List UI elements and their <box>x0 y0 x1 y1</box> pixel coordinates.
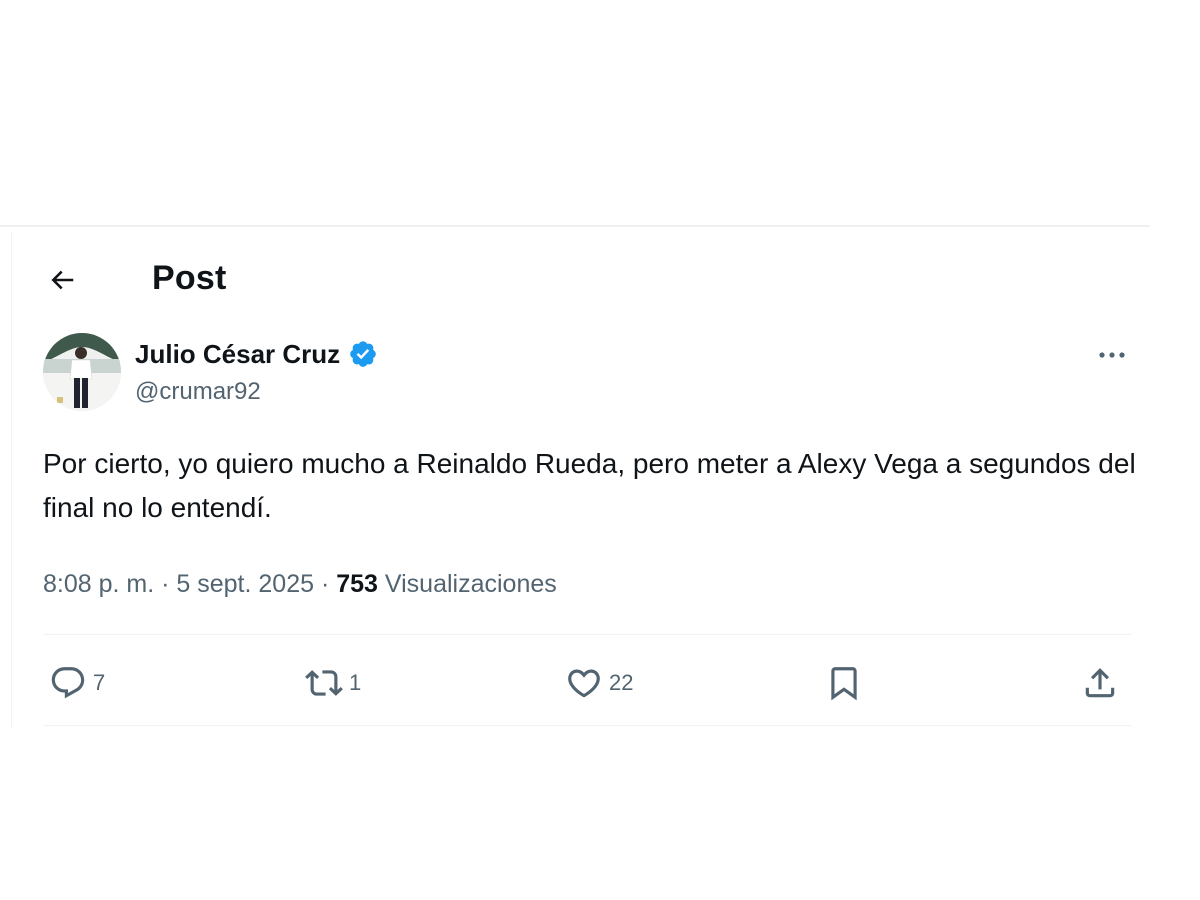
arrow-left-icon <box>51 270 74 290</box>
heart-icon <box>568 669 600 698</box>
meta-separator: · <box>314 570 337 598</box>
author-display-name[interactable]: Julio César Cruz <box>135 336 340 372</box>
reply-count: 7 <box>93 670 106 695</box>
views-label: Visualizaciones <box>384 570 557 598</box>
verified-badge-icon[interactable] <box>348 339 378 369</box>
more-options-button[interactable] <box>1090 338 1134 372</box>
post-header: Post <box>0 250 1150 306</box>
repost-button[interactable]: 1 <box>305 660 361 706</box>
bookmark-icon <box>831 667 857 701</box>
reply-button[interactable]: 7 <box>49 660 105 706</box>
post-time[interactable]: 8:08 p. m. <box>43 570 154 598</box>
views-count: 753 <box>336 570 378 598</box>
top-divider <box>0 225 1150 227</box>
left-border <box>11 232 12 728</box>
actions-divider <box>43 725 1131 726</box>
avatar-photo <box>43 333 121 411</box>
post-metadata: 8:08 p. m. · 5 sept. 2025 · 753 Visualiz… <box>43 565 557 603</box>
repost-count: 1 <box>349 670 362 695</box>
share-button[interactable] <box>1081 660 1119 706</box>
reply-bubble-icon <box>51 667 85 699</box>
author-handle[interactable]: @crumar92 <box>135 375 261 409</box>
page-title: Post <box>152 259 227 297</box>
meta-divider <box>43 634 1131 635</box>
share-upload-icon <box>1085 668 1115 698</box>
avatar[interactable] <box>43 333 121 411</box>
author-name-row: Julio César Cruz <box>135 336 378 372</box>
action-bar: 7 1 22 <box>43 660 1131 706</box>
repost-icon <box>305 670 343 696</box>
like-count: 22 <box>609 670 634 695</box>
post-text: Por cierto, yo quiero mucho a Reinaldo R… <box>43 448 1136 523</box>
more-dots-icon <box>1099 352 1125 358</box>
post-date[interactable]: 5 sept. 2025 <box>176 570 314 598</box>
meta-separator: · <box>154 570 177 598</box>
bookmark-button[interactable] <box>825 660 863 706</box>
like-button[interactable]: 22 <box>565 660 633 706</box>
back-button[interactable] <box>40 258 84 302</box>
